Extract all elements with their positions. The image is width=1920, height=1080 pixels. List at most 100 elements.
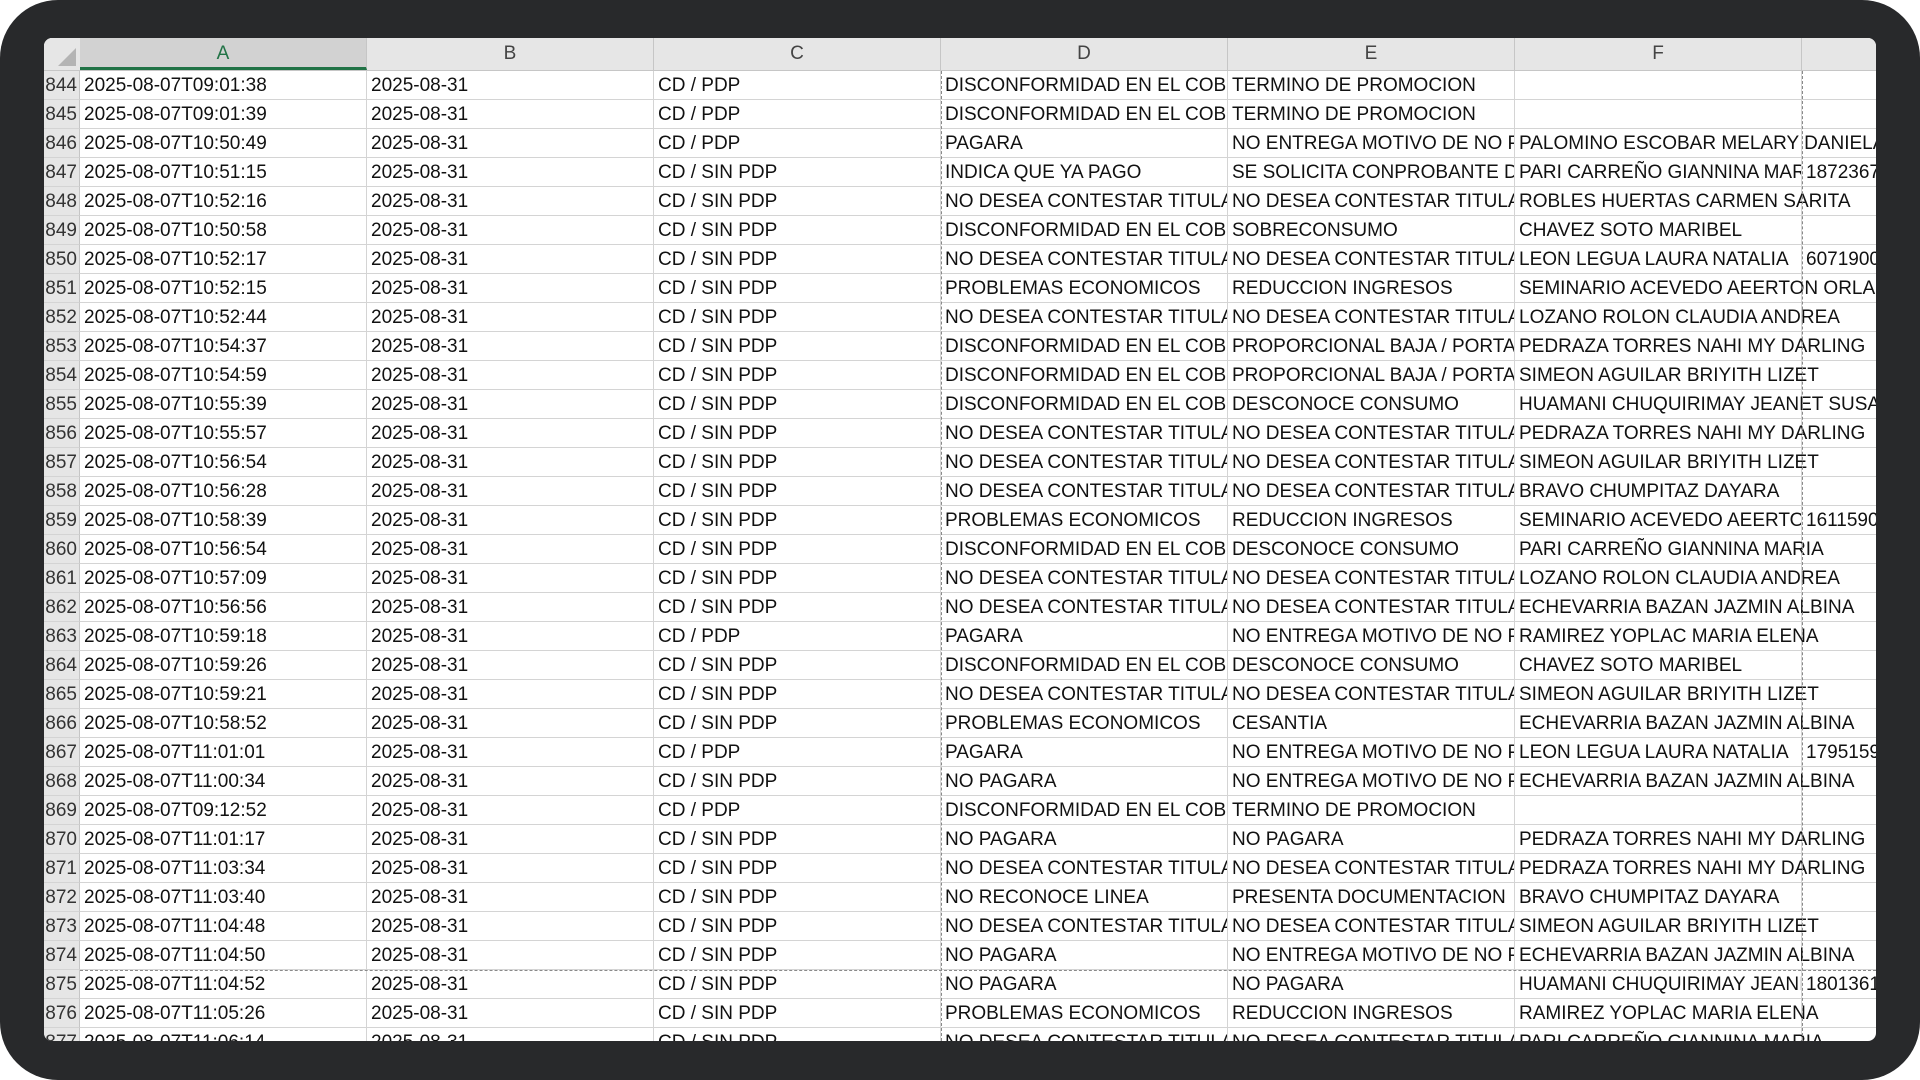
row-number[interactable]: 877 <box>44 1028 80 1041</box>
cell-e[interactable]: TERMINO DE PROMOCION <box>1228 71 1515 100</box>
row-number[interactable]: 870 <box>44 825 80 854</box>
cell-g[interactable] <box>1802 883 1876 912</box>
cell-g[interactable] <box>1802 216 1876 245</box>
cell-e[interactable]: CESANTIA <box>1228 709 1515 738</box>
cell-g[interactable] <box>1802 709 1876 738</box>
cell-f[interactable]: PEDRAZA TORRES NAHI MY DARLING <box>1515 825 1865 854</box>
cell-a[interactable]: 2025-08-07T11:04:52 <box>80 970 367 999</box>
cell-a[interactable]: 2025-08-07T11:03:34 <box>80 854 367 883</box>
cell-b[interactable]: 2025-08-31 <box>367 999 654 1028</box>
cell-c[interactable]: CD / SIN PDP <box>654 448 941 477</box>
cell-e[interactable]: DESCONOCE CONSUMO <box>1228 535 1515 564</box>
cell-e[interactable]: REDUCCION INGRESOS <box>1228 506 1515 535</box>
cell-b[interactable]: 2025-08-31 <box>367 738 654 767</box>
cell-a[interactable]: 2025-08-07T09:01:38 <box>80 71 367 100</box>
cell-a[interactable]: 2025-08-07T10:55:57 <box>80 419 367 448</box>
cell-f[interactable]: ECHEVARRIA BAZAN JAZMIN ALBINA <box>1515 593 1854 622</box>
cell-c[interactable]: CD / SIN PDP <box>654 477 941 506</box>
cell-f[interactable]: HUAMANI CHUQUIRIMAY JEANET SUSANA <box>1515 390 1876 419</box>
cell-b[interactable]: 2025-08-31 <box>367 796 654 825</box>
cell-f[interactable] <box>1515 100 1802 129</box>
cell-b[interactable]: 2025-08-31 <box>367 970 654 999</box>
cell-a[interactable]: 2025-08-07T11:01:17 <box>80 825 367 854</box>
cell-b[interactable]: 2025-08-31 <box>367 883 654 912</box>
cell-a[interactable]: 2025-08-07T11:01:01 <box>80 738 367 767</box>
cell-b[interactable]: 2025-08-31 <box>367 448 654 477</box>
cell-f[interactable]: PALOMINO ESCOBAR MELARY DANIELA <box>1515 129 1876 158</box>
cell-b[interactable]: 2025-08-31 <box>367 71 654 100</box>
row-number[interactable]: 852 <box>44 303 80 332</box>
cell-g[interactable]: 6071900 <box>1802 245 1876 274</box>
row-number[interactable]: 859 <box>44 506 80 535</box>
cell-b[interactable]: 2025-08-31 <box>367 825 654 854</box>
cell-d[interactable]: NO RECONOCE LINEA <box>941 883 1228 912</box>
cell-b[interactable]: 2025-08-31 <box>367 564 654 593</box>
row-number[interactable]: 872 <box>44 883 80 912</box>
row-number[interactable]: 850 <box>44 245 80 274</box>
cell-f[interactable]: RAMIREZ YOPLAC MARIA ELENA <box>1515 622 1819 651</box>
cell-c[interactable]: CD / SIN PDP <box>654 361 941 390</box>
cell-g[interactable] <box>1802 187 1876 216</box>
cell-g[interactable] <box>1802 390 1876 419</box>
cell-f[interactable]: ECHEVARRIA BAZAN JAZMIN ALBINA <box>1515 941 1854 970</box>
row-number[interactable]: 847 <box>44 158 80 187</box>
cell-c[interactable]: CD / SIN PDP <box>654 999 941 1028</box>
row-number[interactable]: 846 <box>44 129 80 158</box>
cell-b[interactable]: 2025-08-31 <box>367 419 654 448</box>
row-number[interactable]: 845 <box>44 100 80 129</box>
row-number[interactable]: 867 <box>44 738 80 767</box>
cell-e[interactable]: NO ENTREGA MOTIVO DE NO P <box>1228 622 1515 651</box>
cell-b[interactable]: 2025-08-31 <box>367 709 654 738</box>
cell-g[interactable] <box>1802 361 1876 390</box>
cell-a[interactable]: 2025-08-07T10:56:28 <box>80 477 367 506</box>
cell-g[interactable]: 1611590 <box>1802 506 1876 535</box>
row-number[interactable]: 857 <box>44 448 80 477</box>
cell-c[interactable]: CD / PDP <box>654 738 941 767</box>
cell-c[interactable]: CD / SIN PDP <box>654 506 941 535</box>
cell-c[interactable]: CD / SIN PDP <box>654 1028 941 1041</box>
cell-c[interactable]: CD / SIN PDP <box>654 709 941 738</box>
row-number[interactable]: 848 <box>44 187 80 216</box>
cell-a[interactable]: 2025-08-07T10:50:58 <box>80 216 367 245</box>
cell-f[interactable]: PARI CARREÑO GIANNINA MARIA <box>1515 1028 1824 1041</box>
cell-f[interactable]: SIMEON AGUILAR BRIYITH LIZET <box>1515 680 1819 709</box>
cell-g[interactable] <box>1802 825 1876 854</box>
cell-a[interactable]: 2025-08-07T10:54:37 <box>80 332 367 361</box>
row-number[interactable]: 856 <box>44 419 80 448</box>
cell-b[interactable]: 2025-08-31 <box>367 535 654 564</box>
cell-f[interactable]: LOZANO ROLON CLAUDIA ANDREA <box>1515 564 1840 593</box>
cell-d[interactable]: NO PAGARA <box>941 941 1228 970</box>
row-number[interactable]: 858 <box>44 477 80 506</box>
cell-g[interactable] <box>1802 1028 1876 1041</box>
row-number[interactable]: 866 <box>44 709 80 738</box>
cell-c[interactable]: CD / SIN PDP <box>654 564 941 593</box>
cell-d[interactable]: NO DESEA CONTESTAR TITULAR <box>941 419 1228 448</box>
cell-e[interactable]: PRESENTA DOCUMENTACION <box>1228 883 1515 912</box>
cell-a[interactable]: 2025-08-07T10:58:52 <box>80 709 367 738</box>
cell-a[interactable]: 2025-08-07T10:54:59 <box>80 361 367 390</box>
row-number[interactable]: 869 <box>44 796 80 825</box>
cell-d[interactable]: PROBLEMAS ECONOMICOS <box>941 709 1228 738</box>
column-header-b[interactable]: B <box>367 38 654 70</box>
cell-c[interactable]: CD / PDP <box>654 129 941 158</box>
cell-f[interactable]: BRAVO CHUMPITAZ DAYARA <box>1515 477 1802 506</box>
cell-f[interactable]: SEMINARIO ACEVEDO AEERTON <box>1515 506 1802 535</box>
cell-d[interactable]: DISCONFORMIDAD EN EL COBR <box>941 361 1228 390</box>
cell-e[interactable]: NO DESEA CONTESTAR TITULAR <box>1228 564 1515 593</box>
cell-b[interactable]: 2025-08-31 <box>367 912 654 941</box>
cell-g[interactable] <box>1802 419 1876 448</box>
row-number[interactable]: 860 <box>44 535 80 564</box>
cell-f[interactable]: CHAVEZ SOTO MARIBEL <box>1515 651 1802 680</box>
cell-e[interactable]: NO DESEA CONTESTAR TITULAR <box>1228 419 1515 448</box>
column-header-d[interactable]: D <box>941 38 1228 70</box>
cell-d[interactable]: PAGARA <box>941 129 1228 158</box>
cell-c[interactable]: CD / SIN PDP <box>654 535 941 564</box>
cell-f[interactable]: CHAVEZ SOTO MARIBEL <box>1515 216 1802 245</box>
cell-b[interactable]: 2025-08-31 <box>367 854 654 883</box>
cell-a[interactable]: 2025-08-07T10:52:15 <box>80 274 367 303</box>
cell-e[interactable]: REDUCCION INGRESOS <box>1228 999 1515 1028</box>
cell-g[interactable] <box>1802 303 1876 332</box>
cell-d[interactable]: DISCONFORMIDAD EN EL COBR <box>941 535 1228 564</box>
cell-e[interactable]: NO DESEA CONTESTAR TITULAR <box>1228 854 1515 883</box>
cell-g[interactable] <box>1802 854 1876 883</box>
